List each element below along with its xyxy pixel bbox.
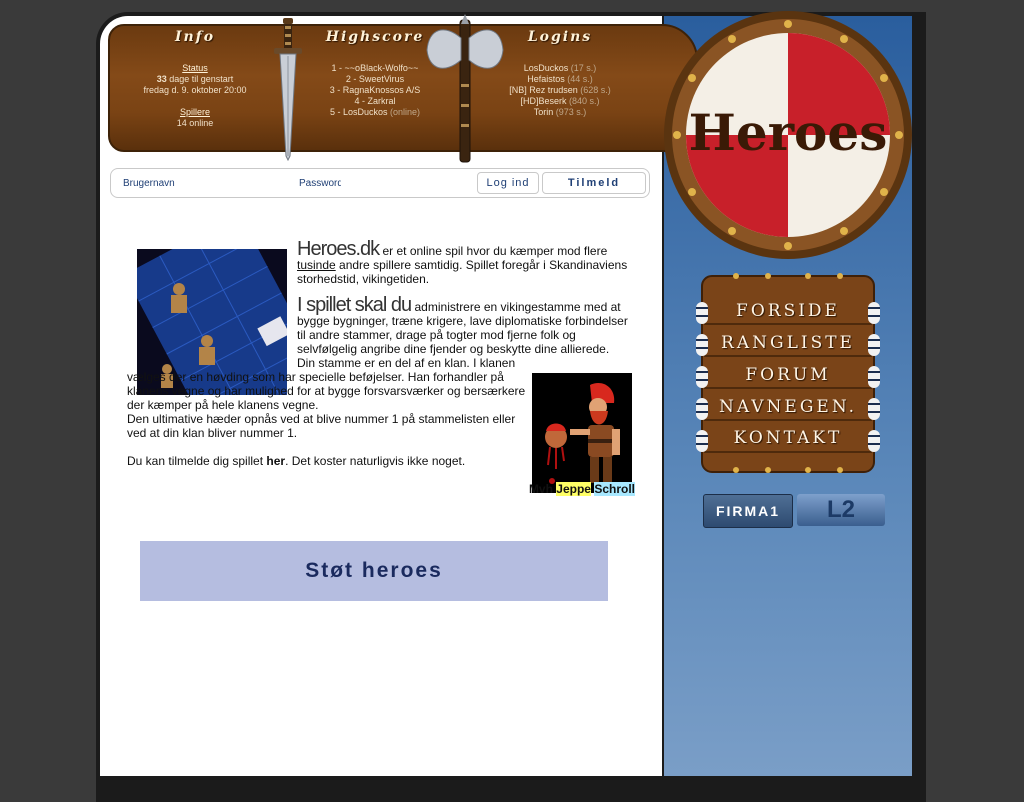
logins-heading: Logins [527, 29, 593, 45]
highscore-row[interactable]: 2 - SweetVirus [315, 74, 435, 85]
login-row[interactable]: Hefaistos (44 s.) [495, 74, 625, 85]
article-body: Heroes.dk er et online spil hvor du kæmp… [127, 238, 635, 496]
signature-lastname: Schroll [594, 482, 635, 496]
info-heading: Info [174, 29, 216, 45]
days-text: dage til genstart [166, 74, 234, 84]
highscore-row[interactable]: 3 - RagnaKnossos A/S [315, 85, 435, 96]
highscore-heading: Highscore [325, 29, 425, 45]
highscore-row[interactable]: 1 - ~~oBlack-Wolfo~~ [315, 63, 435, 74]
password-input[interactable] [299, 175, 341, 191]
tusinde-link[interactable]: tusinde [297, 258, 336, 272]
login-row[interactable]: LosDuckos (17 s.) [495, 63, 625, 74]
menu-item-kontakt[interactable]: KONTAKT [696, 424, 880, 452]
login-bar: Log ind Tilmeld [110, 168, 650, 198]
article-paragraph-honor: Den ultimative hæder opnås ved at blive … [127, 412, 516, 440]
highscore-row[interactable]: 5 - LosDuckos (online) [315, 107, 435, 118]
login-row[interactable]: Torin (973 s.) [495, 107, 625, 118]
logo-text: Heroes [689, 103, 888, 162]
highscore-panel: Highscore 1 - ~~oBlack-Wolfo~~ 2 - Sweet… [315, 29, 435, 118]
login-row[interactable]: [HD]Beserk (840 s.) [495, 96, 625, 107]
axe-icon [426, 14, 504, 163]
l2-badge[interactable]: L2 [797, 494, 885, 526]
days-count: 33 [156, 74, 167, 84]
status-link[interactable]: Status [182, 63, 208, 73]
signature: Mvh Jeppe Schroll [528, 482, 635, 496]
info-panel: Info Status 33 dage til genstart fredag … [140, 29, 250, 129]
menu-item-rangliste[interactable]: RANGLISTE [696, 329, 880, 357]
players-link[interactable]: Spillere [180, 107, 210, 117]
restart-date: fredag d. 9. oktober 20:00 [143, 85, 247, 95]
menu-item-navnegen[interactable]: NAVNEGEN. [696, 393, 880, 421]
article-heading-heroes: Heroes.dk [297, 238, 380, 260]
highscore-row[interactable]: 4 - Zarkral [315, 96, 435, 107]
online-count: 14 online [176, 118, 214, 128]
support-heroes-banner[interactable]: Støt heroes [140, 541, 608, 601]
username-input[interactable] [123, 175, 183, 191]
signup-button[interactable]: Tilmeld [542, 172, 646, 194]
dagger-icon [274, 18, 302, 162]
menu-item-forside[interactable]: FORSIDE [696, 297, 880, 325]
login-button[interactable]: Log ind [477, 172, 539, 194]
signup-here-link[interactable]: her [266, 454, 285, 468]
heroes-shield-logo: Heroes [664, 11, 912, 259]
menu-item-forum[interactable]: FORUM [696, 361, 880, 389]
login-row[interactable]: [NB] Rez trudsen (628 s.) [495, 85, 625, 96]
article-heading-game: I spillet skal du [297, 294, 412, 316]
top-info-bar: Info Status 33 dage til genstart fredag … [108, 24, 698, 152]
partner-badges: FIRMA1 L2 [703, 494, 885, 528]
firma1-badge[interactable]: FIRMA1 [703, 494, 793, 528]
article-paragraph-clan: Din stamme er en del af en klan. I klane… [127, 356, 526, 412]
logins-panel: Logins LosDuckos (17 s.) Hefaistos (44 s… [495, 29, 625, 118]
main-menu: FORSIDE RANGLISTE FORUM NAVNEGEN. KONTAK… [696, 272, 880, 474]
signature-firstname: Jeppe [556, 482, 591, 496]
